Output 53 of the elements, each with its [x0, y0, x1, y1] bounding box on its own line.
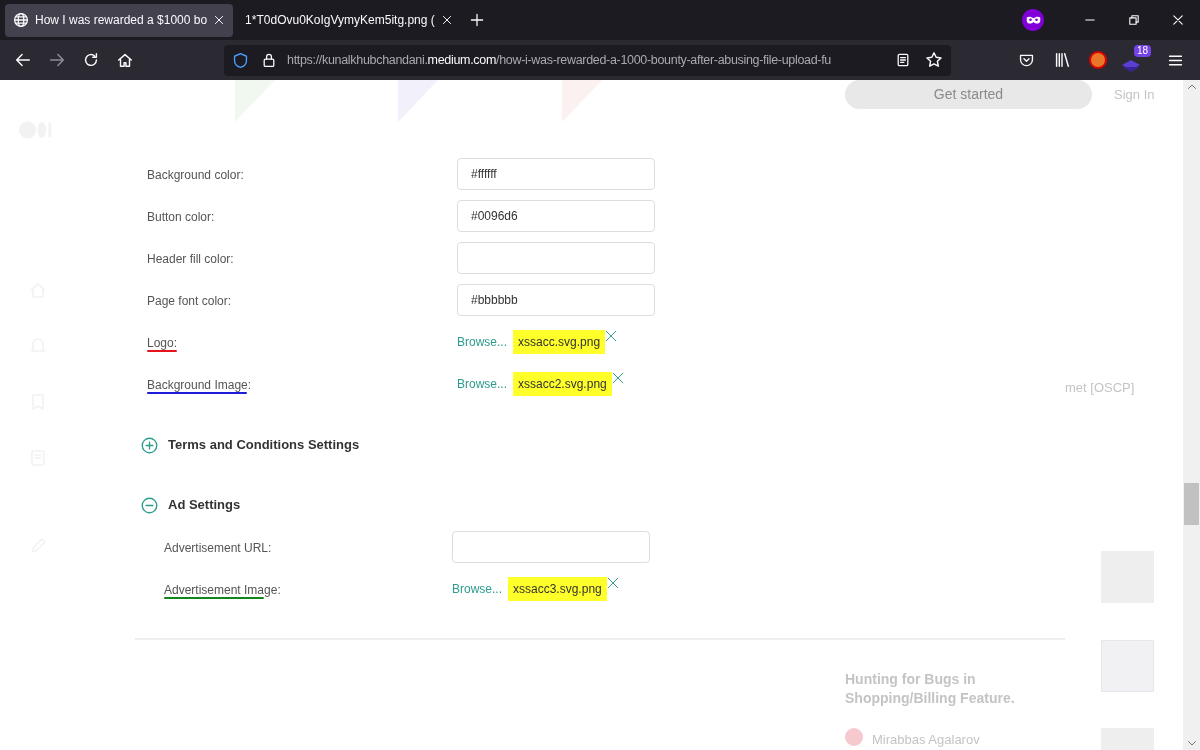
reload-icon[interactable] — [82, 51, 100, 69]
field-label: Background color: — [147, 168, 244, 182]
remove-icon[interactable] — [606, 577, 619, 589]
forward-icon[interactable] — [48, 51, 66, 69]
file-name: xssacc3.svg.png — [508, 577, 607, 601]
remove-icon[interactable] — [605, 330, 618, 342]
file-name: xssacc2.svg.png — [513, 372, 612, 396]
scrollbar[interactable] — [1183, 80, 1200, 750]
address-bar[interactable]: https://kunalkhubchandani.medium.com/how-i-was-rewarded-a-1000-bounty-after-abusing-file-upload-fu — [224, 44, 951, 76]
globe-icon — [13, 12, 29, 28]
extension-icon[interactable] — [1089, 51, 1107, 69]
url-text: https://kunalkhubchandani.medium.com/how-i-was-rewarded-a-1000-bounty-after-abusing-file-upload-fu — [287, 51, 832, 69]
field-label: Header fill color: — [147, 252, 234, 266]
close-icon[interactable] — [213, 14, 226, 26]
input-field[interactable]: #0096d6 — [457, 200, 655, 232]
badge: 18 — [1133, 45, 1151, 57]
article-text: met [OSCP] — [1065, 379, 1135, 397]
section-title[interactable]: Ad Settings — [168, 495, 241, 515]
field-label: Page font color: — [147, 294, 232, 308]
lock-icon[interactable] — [261, 52, 277, 68]
browser-tab[interactable]: How I was rewarded a $1000 bo — [5, 3, 234, 37]
expand-icon[interactable] — [141, 436, 158, 454]
layers-icon[interactable] — [1121, 59, 1141, 73]
scroll-down-icon[interactable] — [1186, 738, 1197, 748]
scroll-up-icon[interactable] — [1186, 82, 1197, 92]
scrollbar-thumb[interactable] — [1184, 483, 1199, 525]
input-field[interactable] — [457, 242, 655, 274]
browser-tab[interactable]: 1*T0dOvu0KoIgVymyKem5itg.png ( — [237, 3, 461, 37]
star-icon[interactable] — [925, 51, 943, 69]
remove-icon[interactable] — [611, 372, 624, 384]
private-browsing-icon — [1022, 9, 1044, 31]
field-label: Logo: — [147, 336, 178, 350]
collapse-icon[interactable] — [141, 496, 158, 514]
library-icon[interactable] — [1053, 51, 1071, 69]
back-icon[interactable] — [14, 51, 32, 69]
field-label: Background Image: — [147, 378, 252, 392]
section-title[interactable]: Terms and Conditions Settings — [168, 435, 360, 455]
input-field[interactable] — [452, 531, 650, 563]
new-tab-icon[interactable] — [468, 12, 485, 28]
field-label: Advertisement URL: — [164, 541, 272, 555]
home-icon[interactable] — [116, 51, 134, 69]
shield-icon[interactable] — [232, 51, 249, 69]
close-icon[interactable] — [440, 14, 453, 26]
file-name: xssacc.svg.png — [513, 330, 606, 354]
reader-view-icon[interactable] — [895, 52, 911, 68]
input-field[interactable]: #ffffff — [457, 158, 655, 190]
field-label: Button color: — [147, 210, 215, 224]
avatar-icon — [845, 728, 863, 746]
close-icon[interactable] — [1171, 13, 1185, 27]
field-label: Advertisement Image: — [164, 583, 281, 597]
thumbnail-image — [1101, 640, 1154, 692]
input-field[interactable]: #bbbbbb — [457, 284, 655, 316]
restore-icon[interactable] — [1127, 13, 1141, 27]
